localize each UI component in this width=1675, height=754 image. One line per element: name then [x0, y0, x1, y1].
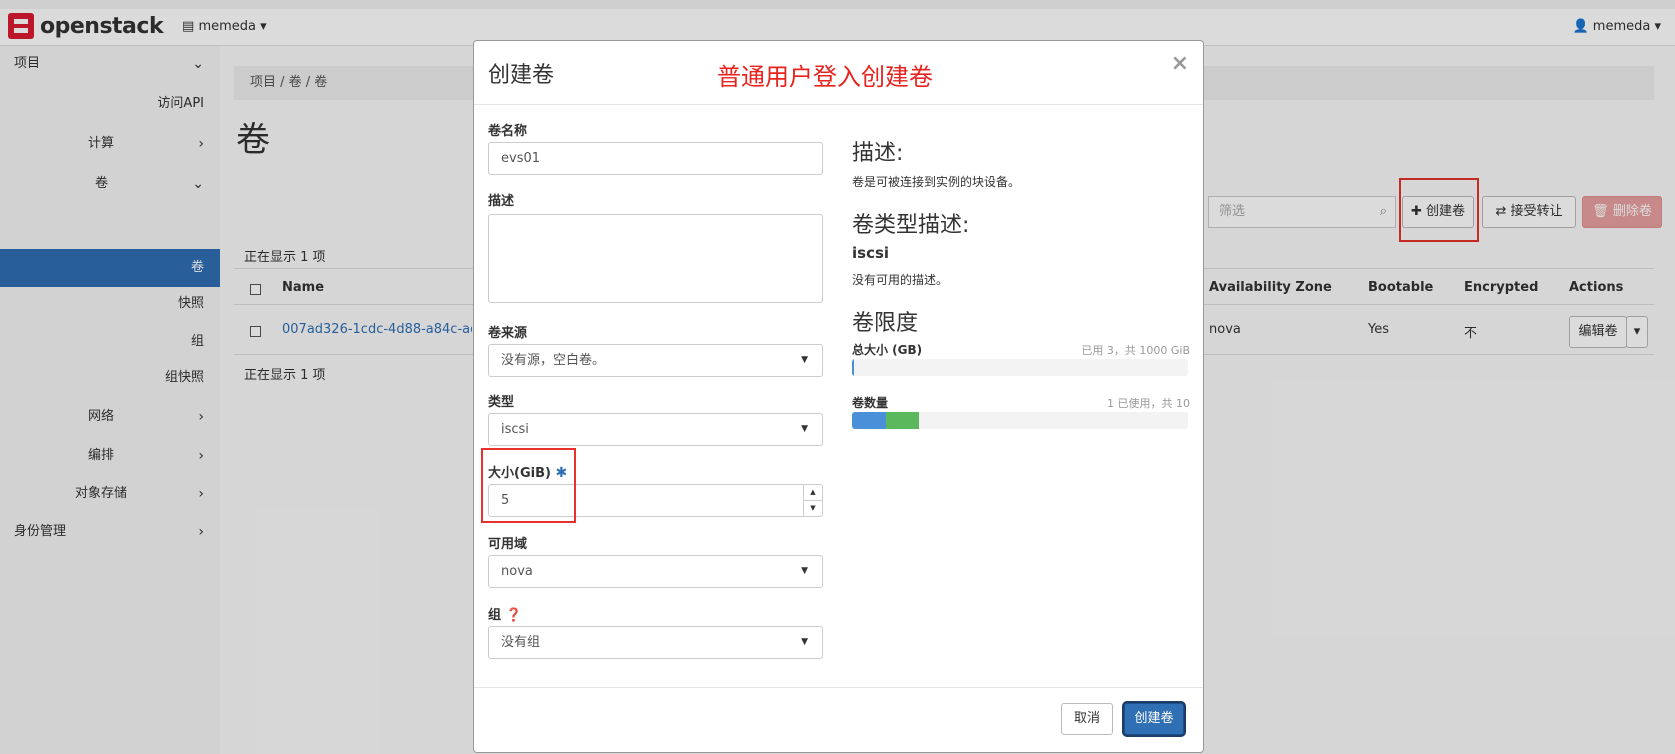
- type-label: 类型: [488, 395, 515, 410]
- input-value: evs01: [501, 151, 541, 166]
- description-label: 描述: [488, 194, 515, 209]
- volume-name-label: 卷名称: [488, 124, 528, 139]
- volume-count-used-fill: [852, 412, 886, 429]
- select-value: iscsi: [501, 422, 529, 437]
- caret-down-icon: ▼: [801, 637, 808, 647]
- volume-name-input[interactable]: evs01: [488, 142, 823, 175]
- total-size-label: 总大小 (GB): [852, 343, 923, 357]
- size-stepper[interactable]: ▲ ▼: [803, 485, 822, 516]
- select-value: 没有组: [501, 635, 541, 650]
- button-label: 取消: [1073, 711, 1100, 726]
- select-value: 没有源，空白卷。: [501, 353, 606, 368]
- availability-zone-label: 可用域: [488, 537, 528, 552]
- caret-down-icon: ▼: [801, 424, 808, 434]
- stepper-down-icon[interactable]: ▼: [804, 500, 822, 516]
- button-label: 创建卷: [1134, 711, 1174, 726]
- select-value: nova: [501, 564, 533, 579]
- description-textarea[interactable]: [488, 214, 823, 303]
- group-label-text: 组: [488, 608, 502, 623]
- annotation-box-size: [481, 448, 576, 523]
- caret-down-icon: ▼: [801, 566, 808, 576]
- volume-type-heading: 卷类型描述:: [852, 213, 970, 238]
- volume-source-select[interactable]: 没有源，空白卷。 ▼: [488, 344, 823, 377]
- modal-header: 创建卷 普通用户登入创建卷 ×: [474, 41, 1203, 105]
- close-icon[interactable]: ×: [1171, 51, 1189, 76]
- caret-down-icon: ▼: [801, 355, 808, 365]
- watermark: CSDN @mapengpeng1999@163.c: [1370, 726, 1661, 746]
- question-circle-icon[interactable]: ❓: [506, 608, 522, 623]
- volume-count-new-fill: [885, 412, 920, 429]
- stepper-up-icon[interactable]: ▲: [804, 485, 822, 500]
- limits-heading: 卷限度: [852, 311, 919, 336]
- volume-count-bar: [852, 412, 1188, 429]
- description-heading: 描述:: [852, 141, 904, 166]
- volume-count-label: 卷数量: [852, 396, 889, 410]
- description-text: 卷是可被连接到实例的块设备。: [852, 175, 1021, 189]
- availability-zone-select[interactable]: nova ▼: [488, 555, 823, 588]
- total-size-bar: [852, 359, 1188, 376]
- volume-count-stat: 1 已使用，共 10: [1107, 397, 1190, 410]
- volume-type-description: 没有可用的描述。: [852, 273, 949, 287]
- total-size-used-fill: [852, 359, 854, 376]
- modal-title: 创建卷: [488, 63, 555, 88]
- cancel-button[interactable]: 取消: [1061, 703, 1113, 735]
- type-select[interactable]: iscsi ▼: [488, 413, 823, 446]
- create-volume-modal: 创建卷 普通用户登入创建卷 × 卷名称 evs01 描述 卷来源 没有源，空白卷…: [473, 40, 1204, 753]
- group-select[interactable]: 没有组 ▼: [488, 626, 823, 659]
- submit-create-volume-button[interactable]: 创建卷: [1124, 703, 1184, 735]
- total-size-stat: 已用 3，共 1000 GiB: [1081, 344, 1190, 357]
- group-label: 组 ❓: [488, 604, 522, 623]
- volume-type-name: iscsi: [852, 244, 890, 262]
- volume-source-label: 卷来源: [488, 326, 528, 341]
- annotation-text: 普通用户登入创建卷: [717, 63, 933, 91]
- modal-footer-divider: [474, 687, 1203, 688]
